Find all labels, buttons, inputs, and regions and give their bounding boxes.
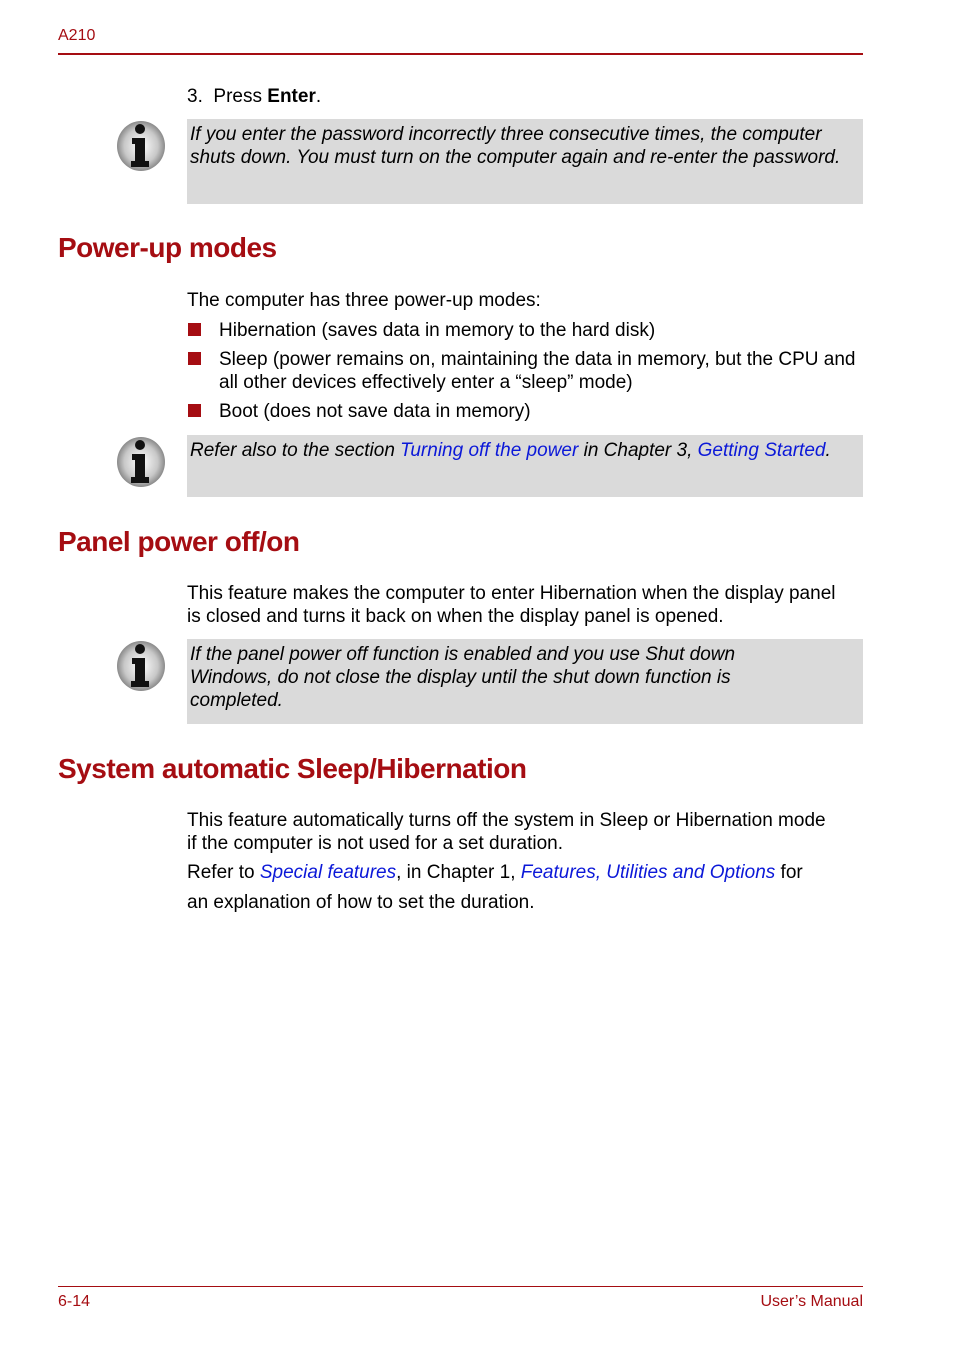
list-item: Boot (does not save data in memory) bbox=[187, 400, 877, 423]
panel-power-body: This feature makes the computer to enter… bbox=[187, 583, 836, 627]
bullet-icon bbox=[188, 352, 201, 365]
bullet-icon bbox=[188, 404, 201, 417]
note-text: . bbox=[825, 440, 831, 461]
refer-text: for bbox=[775, 862, 803, 883]
refer-text: , in Chapter 1, bbox=[396, 862, 521, 883]
info-icon bbox=[117, 121, 165, 171]
link-features-utilities-options[interactable]: Features, Utilities and Options bbox=[521, 862, 776, 883]
auto-sleep-body: This feature automatically turns off the… bbox=[187, 810, 826, 854]
step-3: 3. Press Enter. bbox=[187, 85, 867, 108]
header-rule bbox=[58, 53, 863, 55]
step-text: Press bbox=[213, 86, 268, 107]
auto-sleep-refer-line2: an explanation of how to set the duratio… bbox=[187, 892, 535, 913]
note-text: in Chapter 3, bbox=[578, 440, 698, 461]
step-number: 3. bbox=[187, 86, 203, 107]
footer-manual-title: User’s Manual bbox=[760, 1293, 863, 1310]
note-text: If the panel power off function is enabl… bbox=[190, 644, 736, 711]
list-item-text: Sleep (power remains on, maintaining the… bbox=[219, 349, 856, 393]
power-up-modes-list: Hibernation (saves data in memory to the… bbox=[187, 319, 877, 429]
section-title-power-up: Power-up modes bbox=[58, 232, 277, 263]
link-getting-started[interactable]: Getting Started bbox=[698, 440, 826, 461]
header-model: A210 bbox=[58, 27, 96, 44]
list-item-text: Boot (does not save data in memory) bbox=[219, 401, 531, 422]
step-punct: . bbox=[315, 86, 322, 107]
list-item: Hibernation (saves data in memory to the… bbox=[187, 319, 877, 342]
step-key: Enter bbox=[267, 86, 316, 107]
note-password: If you enter the password incorrectly th… bbox=[187, 119, 863, 204]
note-text: If you enter the password incorrectly th… bbox=[190, 124, 841, 168]
info-icon bbox=[117, 437, 165, 487]
bullet-icon bbox=[188, 323, 201, 336]
footer-rule bbox=[58, 1286, 863, 1287]
section-title-auto-sleep: System automatic Sleep/Hibernation bbox=[58, 753, 527, 784]
refer-text: Refer to bbox=[187, 862, 260, 883]
section-title-panel-power: Panel power off/on bbox=[58, 526, 300, 557]
link-special-features[interactable]: Special features bbox=[260, 862, 396, 883]
footer-page-number: 6-14 bbox=[58, 1293, 91, 1310]
note-panel-power: If the panel power off function is enabl… bbox=[187, 639, 863, 724]
note-text: Refer also to the section bbox=[190, 440, 401, 461]
power-up-intro: The computer has three power-up modes: bbox=[187, 290, 541, 311]
list-item: Sleep (power remains on, maintaining the… bbox=[187, 348, 877, 394]
note-refer-turning-off: Refer also to the section Turning off th… bbox=[187, 435, 863, 497]
link-turning-off-the-power[interactable]: Turning off the power bbox=[400, 440, 578, 461]
info-icon bbox=[117, 641, 165, 691]
auto-sleep-refer: Refer to Special features, in Chapter 1,… bbox=[187, 861, 867, 884]
list-item-text: Hibernation (saves data in memory to the… bbox=[219, 320, 656, 341]
